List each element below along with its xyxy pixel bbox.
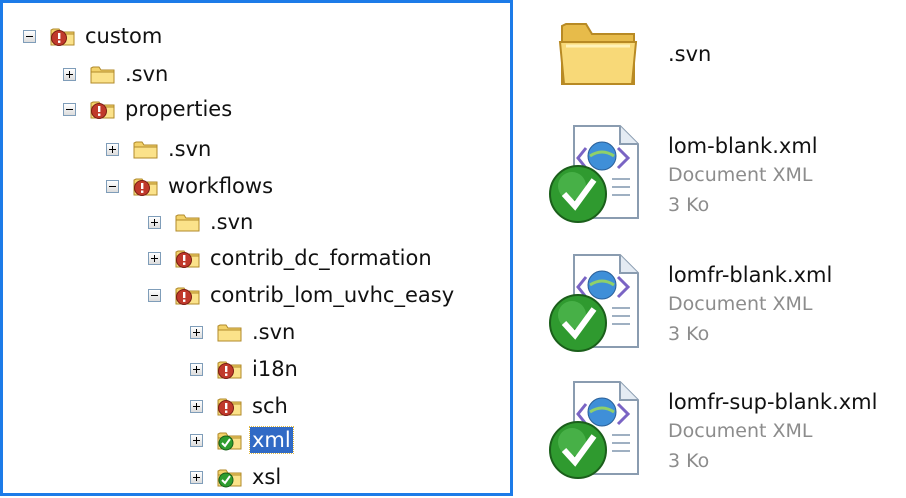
- conflict-folder-icon: [217, 358, 244, 380]
- tree-node-label[interactable]: i18n: [250, 356, 300, 382]
- file-item-lomfr-blank[interactable]: lomfr-blank.xml Document XML 3 Ko: [542, 249, 906, 354]
- tree-node-label[interactable]: contrib_dc_formation: [208, 245, 434, 271]
- conflict-folder-icon: [90, 98, 117, 120]
- conflict-folder-icon: [175, 284, 202, 306]
- tree-node-label[interactable]: custom: [83, 23, 164, 49]
- folder-icon: [133, 138, 160, 160]
- tree-node-svn[interactable]: .svn: [63, 56, 170, 92]
- folder-tree-panel: custom .svn properties .svn workflows .s…: [0, 0, 513, 496]
- file-name[interactable]: lomfr-sup-blank.xml: [668, 390, 877, 414]
- file-size: 3 Ko: [668, 450, 710, 472]
- tree-node-label[interactable]: xsl: [250, 464, 283, 490]
- folder-icon: [175, 211, 202, 233]
- file-type: Document XML: [668, 420, 813, 442]
- tree-node-label[interactable]: workflows: [166, 173, 275, 199]
- tree-node-contrib-lom-uvhc-easy[interactable]: contrib_lom_uvhc_easy: [148, 277, 456, 313]
- tree-node-label[interactable]: .svn: [123, 61, 170, 87]
- expand-toggle[interactable]: [190, 399, 203, 413]
- xml-document-icon: [542, 249, 652, 358]
- conflict-folder-icon: [175, 247, 202, 269]
- file-name[interactable]: .svn: [668, 42, 711, 66]
- tree-node-label[interactable]: contrib_lom_uvhc_easy: [208, 282, 456, 308]
- file-type: Document XML: [668, 293, 813, 315]
- tree-node-sch[interactable]: sch: [190, 388, 290, 424]
- file-item-svn-folder[interactable]: .svn: [542, 6, 906, 106]
- folder-icon: [556, 12, 640, 96]
- tree-node-label-selected[interactable]: xml: [249, 426, 294, 454]
- collapse-toggle[interactable]: [63, 102, 76, 116]
- tree-node-svn[interactable]: .svn: [148, 204, 255, 240]
- expand-toggle[interactable]: [148, 251, 161, 265]
- xml-document-icon: [542, 120, 652, 229]
- expand-toggle[interactable]: [106, 142, 119, 156]
- tree-node-xsl[interactable]: xsl: [190, 459, 283, 495]
- tree-node-label[interactable]: .svn: [166, 136, 213, 162]
- tree-node-xml[interactable]: xml: [190, 422, 294, 458]
- file-name[interactable]: lom-blank.xml: [668, 134, 818, 158]
- file-size: 3 Ko: [668, 323, 710, 345]
- file-size: 3 Ko: [668, 194, 710, 216]
- expand-toggle[interactable]: [63, 67, 76, 81]
- normal-folder-icon: [217, 429, 244, 451]
- collapse-toggle[interactable]: [106, 179, 119, 193]
- tree-node-svn[interactable]: .svn: [106, 131, 213, 167]
- expand-toggle[interactable]: [190, 362, 203, 376]
- conflict-folder-icon: [133, 175, 160, 197]
- tree-node-contrib-dc-formation[interactable]: contrib_dc_formation: [148, 240, 434, 276]
- file-type: Document XML: [668, 164, 813, 186]
- tree-node-label[interactable]: sch: [250, 393, 290, 419]
- tree-node-i18n[interactable]: i18n: [190, 351, 300, 387]
- folder-icon: [217, 321, 244, 343]
- collapse-toggle[interactable]: [23, 29, 36, 43]
- file-item-lom-blank[interactable]: lom-blank.xml Document XML 3 Ko: [542, 120, 906, 225]
- tree-node-properties[interactable]: properties: [63, 91, 234, 127]
- file-item-lomfr-sup-blank[interactable]: lomfr-sup-blank.xml Document XML 3 Ko: [542, 376, 906, 481]
- conflict-folder-icon: [50, 25, 77, 47]
- xml-document-icon: [542, 376, 652, 485]
- tree-node-workflows[interactable]: workflows: [106, 168, 275, 204]
- expand-toggle[interactable]: [190, 433, 203, 447]
- expand-toggle[interactable]: [148, 215, 161, 229]
- file-name[interactable]: lomfr-blank.xml: [668, 263, 832, 287]
- tree-node-label[interactable]: .svn: [208, 209, 255, 235]
- tree-node-label[interactable]: properties: [123, 96, 234, 122]
- normal-folder-icon: [217, 466, 244, 488]
- tree-node-svn[interactable]: .svn: [190, 314, 297, 350]
- expand-toggle[interactable]: [190, 470, 203, 484]
- tree-node-label[interactable]: .svn: [250, 319, 297, 345]
- expand-toggle[interactable]: [190, 325, 203, 339]
- tree-node-custom[interactable]: custom: [23, 18, 164, 54]
- collapse-toggle[interactable]: [148, 288, 161, 302]
- folder-icon: [90, 63, 117, 85]
- conflict-folder-icon: [217, 395, 244, 417]
